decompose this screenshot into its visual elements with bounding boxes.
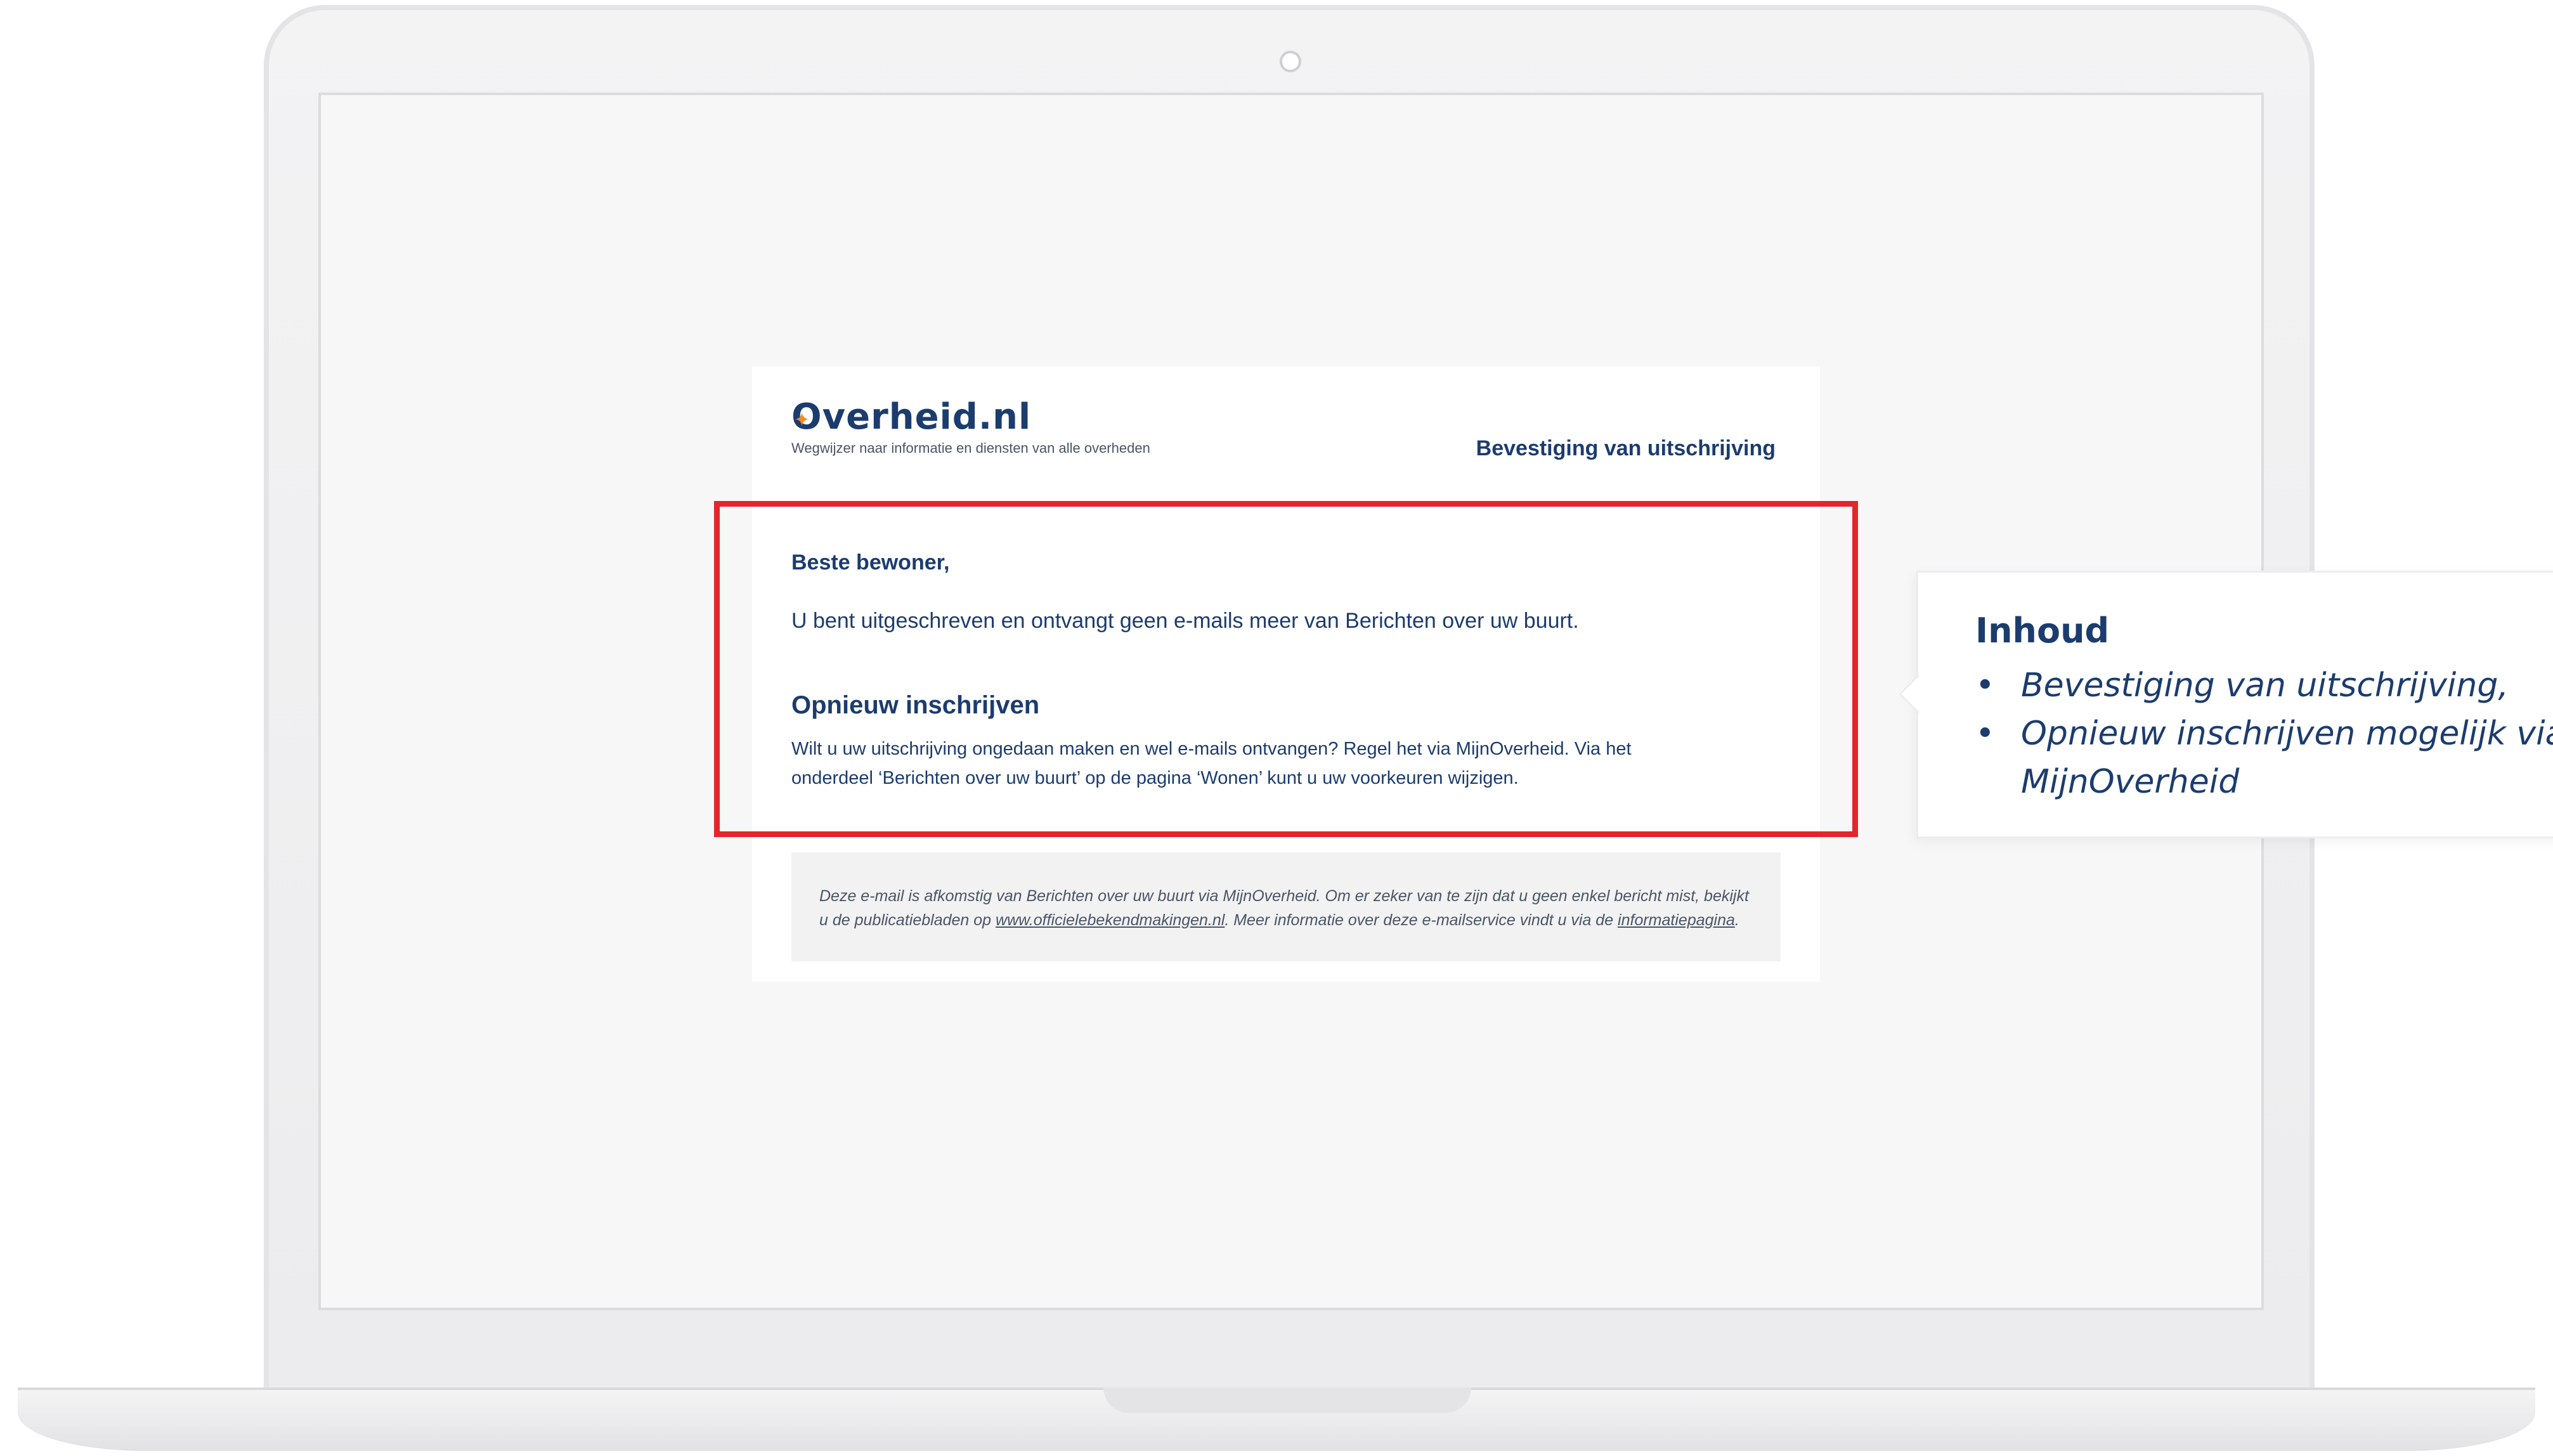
camera-icon xyxy=(1280,51,1301,72)
logo-tagline: Wegwijzer naar informatie en diensten va… xyxy=(791,440,1150,456)
email-intro: U bent uitgeschreven en ontvangt geen e-… xyxy=(791,609,1579,633)
callout-list: • Bevestiging van uitschrijving, • Opnie… xyxy=(1975,661,2553,806)
overheid-logo: ✦ Overheid.nl xyxy=(791,400,1150,435)
email-subject: Bevestiging van uitschrijving xyxy=(1476,436,1776,460)
callout-title: Inhoud xyxy=(1975,611,2110,651)
email-message: ✦ Overheid.nl Wegwijzer naar informatie … xyxy=(714,367,1858,982)
informatiepagina-link[interactable]: informatiepagina xyxy=(1618,911,1735,929)
footer-text: u de publicatiebladen op xyxy=(819,911,996,929)
callout-item-text: Bevestiging van uitschrijving, xyxy=(2021,666,2509,705)
logo-spark-icon: ✦ xyxy=(794,409,811,431)
callout-item-text: Opnieuw inschrijven mogelijk via MijnOve… xyxy=(2021,715,2553,801)
logo-text: Overheid.nl xyxy=(791,396,1032,438)
section-text-line: onderdeel ‘Berichten over uw buurt’ op d… xyxy=(791,768,1519,788)
footer-text: . Meer informatie over deze e-mailservic… xyxy=(1225,911,1618,929)
section-heading: Opnieuw inschrijven xyxy=(791,691,1040,719)
footer-line: u de publicatiebladen op www.officielebe… xyxy=(819,908,1755,932)
section-text: Wilt u uw uitschrijving ongedaan maken e… xyxy=(791,734,1755,793)
laptop-base-notch xyxy=(1103,1388,1471,1413)
footer-text: . xyxy=(1734,911,1739,929)
bullet-icon: • xyxy=(1975,715,1995,753)
email-header-logo: ✦ Overheid.nl Wegwijzer naar informatie … xyxy=(791,400,1150,457)
section-text-line: Wilt u uw uitschrijving ongedaan maken e… xyxy=(791,739,1632,759)
callout-list-item: • Opnieuw inschrijven mogelijk via MijnO… xyxy=(1975,710,2553,806)
footer-line: Deze e-mail is afkomstig van Berichten o… xyxy=(819,887,1749,905)
officielebekendmakingen-link[interactable]: www.officielebekendmakingen.nl xyxy=(996,911,1225,929)
email-footer: Deze e-mail is afkomstig van Berichten o… xyxy=(791,852,1781,961)
bullet-icon: • xyxy=(1975,666,1995,705)
callout-list-item: • Bevestiging van uitschrijving, xyxy=(1975,661,2553,710)
email-greeting: Beste bewoner, xyxy=(791,550,950,575)
content-callout: Inhoud • Bevestiging van uitschrijving, … xyxy=(1899,571,2553,838)
